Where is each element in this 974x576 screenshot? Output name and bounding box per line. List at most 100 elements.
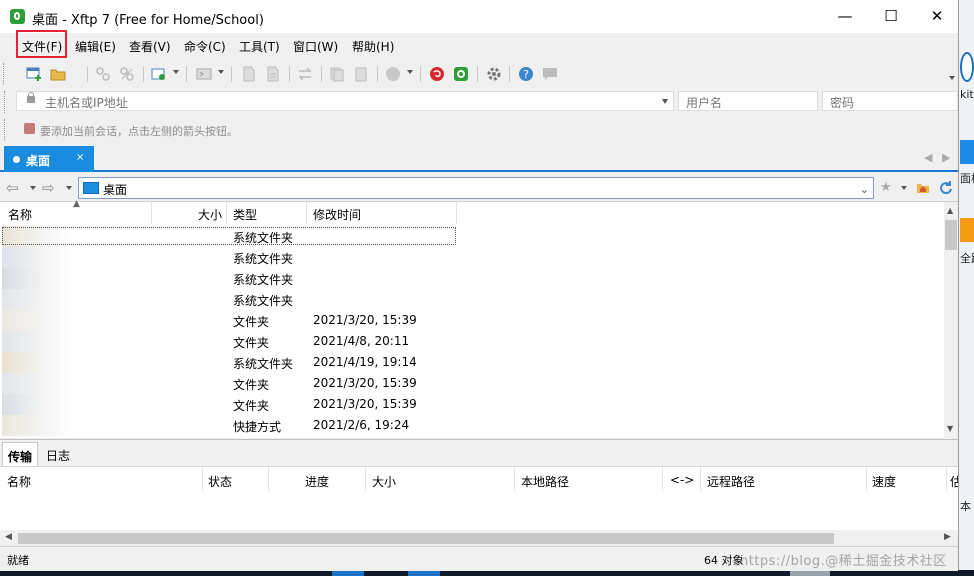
table-row[interactable]: 快捷方式 2021/2/6, 19:24 — [0, 415, 944, 436]
table-row[interactable]: 系统文件夹 — [0, 268, 944, 289]
transfer-col-name[interactable]: 名称 — [7, 473, 31, 490]
tab-desktop[interactable]: 桌面 × — [4, 146, 94, 172]
tab-log[interactable]: 日志 — [46, 447, 70, 464]
column-divider[interactable] — [662, 467, 663, 491]
column-divider[interactable] — [268, 467, 269, 491]
username-box[interactable] — [678, 91, 818, 111]
bookmark-icon[interactable] — [24, 123, 35, 134]
new-session-icon[interactable] — [26, 66, 42, 82]
tab-close-icon[interactable]: × — [76, 152, 84, 163]
chevron-down-icon[interactable] — [30, 186, 36, 190]
help-icon[interactable]: ? — [518, 66, 534, 82]
host-combobox[interactable] — [16, 91, 674, 111]
home-folder-icon[interactable] — [916, 180, 930, 194]
transfer-col-speed[interactable]: 速度 — [872, 473, 896, 490]
column-divider[interactable] — [151, 202, 152, 224]
title-bar[interactable]: 桌面 - Xftp 7 (Free for Home/School) — ☐ ✕ — [0, 0, 958, 33]
column-divider[interactable] — [202, 467, 203, 491]
column-name[interactable]: 名称 — [8, 206, 32, 223]
back-arrow-icon[interactable]: ⇦ — [6, 179, 19, 197]
sync-icon[interactable] — [297, 66, 313, 82]
close-button[interactable]: ✕ — [914, 0, 960, 33]
column-type[interactable]: 类型 — [233, 206, 257, 223]
chat-icon[interactable] — [542, 66, 558, 82]
password-box[interactable] — [822, 91, 958, 111]
chevron-down-icon[interactable] — [218, 70, 224, 74]
column-divider[interactable] — [306, 202, 307, 224]
vertical-scrollbar[interactable]: ▲ ▼ — [944, 202, 958, 438]
table-row[interactable]: 系统文件夹 — [0, 247, 944, 268]
scrollbar-thumb[interactable] — [18, 533, 834, 544]
column-divider[interactable] — [456, 202, 457, 224]
file-icon[interactable] — [241, 66, 257, 82]
chevron-down-icon[interactable] — [407, 70, 413, 74]
copy-icon[interactable] — [329, 66, 345, 82]
username-input[interactable] — [684, 94, 818, 111]
connect-icon[interactable] — [95, 66, 111, 82]
table-row[interactable]: 文件夹 2021/3/20, 15:39 — [0, 310, 944, 331]
desktop-app-icon[interactable] — [960, 218, 974, 242]
session-settings-icon[interactable] — [151, 66, 167, 82]
menu-help[interactable]: 帮助(H) — [352, 38, 394, 55]
menu-view[interactable]: 查看(V) — [129, 38, 171, 55]
chevron-down-icon[interactable]: ⌄ — [860, 183, 869, 196]
tab-prev-icon[interactable]: ◀ — [924, 151, 932, 164]
table-row[interactable]: 系统文件夹 — [0, 226, 944, 247]
chevron-down-icon[interactable] — [901, 186, 907, 190]
transfer-col-remote-path[interactable]: 远程路径 — [707, 473, 755, 490]
horizontal-scrollbar[interactable]: ◀ ▶ — [0, 530, 958, 546]
column-divider[interactable] — [365, 467, 366, 491]
xftp-app-icon[interactable] — [10, 9, 25, 24]
scroll-right-icon[interactable]: ▶ — [944, 532, 951, 542]
host-input[interactable] — [43, 94, 647, 111]
maximize-button[interactable]: ☐ — [868, 0, 914, 33]
desktop-app-icon[interactable] — [960, 140, 974, 164]
scrollbar-thumb[interactable] — [945, 220, 957, 250]
table-row[interactable]: 文件夹 2021/4/8, 20:11 — [0, 331, 944, 352]
transfer-col-local-path[interactable]: 本地路径 — [521, 473, 569, 490]
column-divider[interactable] — [226, 202, 227, 224]
paste-icon[interactable] — [353, 66, 369, 82]
column-divider[interactable] — [866, 467, 867, 491]
refresh-icon[interactable] — [939, 180, 953, 194]
open-folder-icon[interactable] — [50, 66, 66, 82]
column-divider[interactable] — [946, 467, 947, 491]
column-divider[interactable] — [514, 467, 515, 491]
gear-icon[interactable] — [486, 66, 502, 82]
xshell-icon[interactable] — [429, 66, 445, 82]
menu-edit[interactable]: 编辑(E) — [75, 38, 116, 55]
file-properties-icon[interactable] — [265, 66, 281, 82]
forward-arrow-icon[interactable]: ⇨ — [42, 179, 55, 197]
transfer-col-direction[interactable]: <-> — [670, 473, 694, 487]
chevron-down-icon[interactable] — [173, 70, 179, 74]
xftp-icon[interactable] — [453, 66, 469, 82]
transfer-col-estimated[interactable]: 估 — [950, 473, 958, 490]
globe-icon[interactable] — [385, 66, 401, 82]
transfer-col-size[interactable]: 大小 — [372, 473, 396, 490]
minimize-button[interactable]: — — [822, 0, 868, 33]
path-combobox[interactable]: 桌面 ⌄ — [78, 177, 874, 199]
desktop-app-icon[interactable] — [960, 52, 974, 82]
tab-transfer[interactable]: 传输 — [2, 442, 38, 466]
column-size[interactable]: 大小 — [198, 206, 222, 223]
scroll-left-icon[interactable]: ◀ — [5, 532, 12, 542]
scroll-down-icon[interactable]: ▼ — [947, 424, 953, 433]
transfer-col-progress[interactable]: 进度 — [305, 473, 329, 490]
menu-command[interactable]: 命令(C) — [184, 38, 226, 55]
table-row[interactable]: 系统文件夹 — [0, 289, 944, 310]
transfer-col-status[interactable]: 状态 — [208, 473, 232, 490]
disconnect-icon[interactable] — [119, 66, 135, 82]
terminal-icon[interactable] — [196, 66, 212, 82]
toolbar-overflow-icon[interactable] — [949, 76, 955, 80]
column-divider[interactable] — [700, 467, 701, 491]
table-row[interactable]: 系统文件夹 2021/4/19, 19:14 — [0, 352, 944, 373]
chevron-down-icon[interactable] — [66, 186, 72, 190]
chevron-down-icon[interactable] — [662, 99, 668, 104]
scroll-up-icon[interactable]: ▲ — [947, 206, 953, 215]
menu-window[interactable]: 窗口(W) — [293, 38, 338, 55]
table-row[interactable]: 文件夹 2021/3/20, 15:39 — [0, 373, 944, 394]
menu-tools[interactable]: 工具(T) — [239, 38, 280, 55]
password-input[interactable] — [828, 94, 958, 111]
table-row[interactable]: 文件夹 2021/3/20, 15:39 — [0, 394, 944, 415]
star-icon[interactable]: ★ — [880, 180, 894, 195]
